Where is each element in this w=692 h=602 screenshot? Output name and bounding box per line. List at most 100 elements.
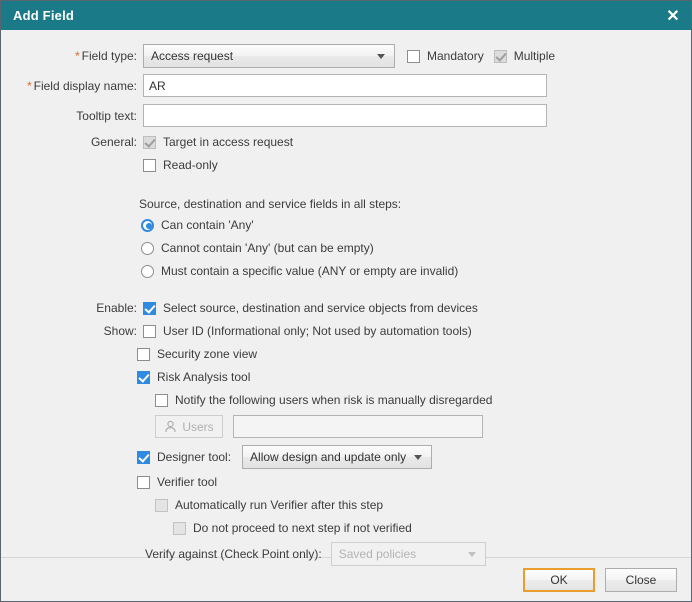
block-if-not-verified-checkbox-box [173, 522, 186, 535]
field-type-label-group: * Field type: [1, 49, 137, 63]
user-icon [164, 420, 177, 433]
dialog-title: Add Field [13, 8, 74, 23]
designer-tool-checkbox[interactable]: Designer tool: [137, 450, 231, 464]
designer-tool-mode-select[interactable]: Allow design and update only [242, 445, 432, 469]
designer-tool-row: Designer tool: Allow design and update o… [137, 445, 432, 469]
security-zone-view-checkbox-box [137, 348, 150, 361]
any-policy-heading: Source, destination and service fields i… [139, 197, 401, 211]
users-picker-row: Users [155, 415, 483, 438]
verify-against-label: Verify against (Check Point only): [145, 547, 322, 561]
show-label: Show: [104, 324, 137, 338]
chevron-down-icon [377, 54, 385, 59]
radio-cannot-contain-any-circle [141, 242, 154, 255]
users-button-label: Users [182, 420, 213, 434]
chevron-down-icon [468, 552, 476, 557]
auto-run-verifier-label: Automatically run Verifier after this st… [175, 498, 383, 512]
mandatory-label: Mandatory [427, 49, 484, 63]
tooltip-text-input[interactable] [143, 104, 547, 127]
field-display-name-input[interactable] [143, 74, 547, 97]
multiple-checkbox: Multiple [494, 49, 555, 63]
verifier-tool-checkbox-box [137, 476, 150, 489]
security-zone-view-row: Security zone view [137, 347, 257, 361]
mandatory-checkbox[interactable]: Mandatory [407, 49, 484, 63]
notify-users-checkbox[interactable]: Notify the following users when risk is … [155, 393, 492, 407]
select-objects-from-devices-checkbox[interactable]: Select source, destination and service o… [143, 301, 478, 315]
radio-can-contain-any-label: Can contain 'Any' [161, 218, 254, 232]
risk-analysis-tool-checkbox[interactable]: Risk Analysis tool [137, 370, 250, 384]
tooltip-text-row: Tooltip text: [1, 104, 681, 127]
general-row: General: Target in access request [1, 135, 681, 149]
read-only-row: Read-only [143, 158, 218, 172]
field-type-select[interactable]: Access request [143, 44, 395, 68]
designer-tool-label: Designer tool: [157, 450, 231, 464]
general-label-group: General: [1, 135, 137, 149]
target-in-access-request-label: Target in access request [163, 135, 293, 149]
radio-must-contain-specific[interactable]: Must contain a specific value (ANY or em… [141, 264, 458, 278]
block-if-not-verified-row: Do not proceed to next step if not verif… [173, 521, 412, 535]
field-display-name-label-group: * Field display name: [1, 79, 137, 93]
read-only-checkbox[interactable]: Read-only [143, 158, 218, 172]
any-policy-option-1[interactable]: Cannot contain 'Any' (but can be empty) [141, 241, 374, 255]
radio-cannot-contain-any[interactable]: Cannot contain 'Any' (but can be empty) [141, 241, 374, 255]
select-objects-from-devices-label: Select source, destination and service o… [163, 301, 478, 315]
field-display-name-label: Field display name: [34, 79, 137, 93]
block-if-not-verified-label: Do not proceed to next step if not verif… [193, 521, 412, 535]
radio-can-contain-any[interactable]: Can contain 'Any' [141, 218, 254, 232]
verify-against-select: Saved policies [331, 542, 486, 566]
any-policy-option-2[interactable]: Must contain a specific value (ANY or em… [141, 264, 458, 278]
verifier-tool-row: Verifier tool [137, 475, 217, 489]
notify-users-checkbox-box [155, 394, 168, 407]
dialog-body: * Field type: Access request Mandatory M… [1, 30, 691, 557]
radio-can-contain-any-circle [141, 219, 154, 232]
security-zone-view-label: Security zone view [157, 347, 257, 361]
risk-analysis-tool-row: Risk Analysis tool [137, 370, 250, 384]
tooltip-text-label-group: Tooltip text: [1, 109, 137, 123]
field-type-selected-value: Access request [151, 49, 233, 63]
close-button[interactable]: Close [605, 568, 677, 592]
verifier-tool-label: Verifier tool [157, 475, 217, 489]
target-in-access-request-checkbox-box [143, 136, 156, 149]
dialog-titlebar: Add Field ✕ [1, 1, 691, 30]
user-id-checkbox-box [143, 325, 156, 338]
users-value-input [233, 415, 483, 438]
notify-users-row: Notify the following users when risk is … [155, 393, 492, 407]
radio-must-contain-specific-label: Must contain a specific value (ANY or em… [161, 264, 458, 278]
any-policy-option-0[interactable]: Can contain 'Any' [141, 218, 254, 232]
designer-tool-mode-value: Allow design and update only [250, 450, 406, 464]
field-display-name-required-marker: * [27, 79, 32, 93]
show-row: Show: User ID (Informational only; Not u… [1, 324, 681, 338]
auto-run-verifier-checkbox: Automatically run Verifier after this st… [155, 498, 383, 512]
any-policy-heading-row: Source, destination and service fields i… [139, 197, 401, 211]
field-display-name-row: * Field display name: [1, 74, 681, 97]
designer-tool-checkbox-box [137, 451, 150, 464]
target-in-access-request-checkbox: Target in access request [143, 135, 293, 149]
read-only-checkbox-box [143, 159, 156, 172]
show-label-group: Show: [1, 324, 137, 338]
add-field-dialog: Add Field ✕ * Field type: Access request… [0, 0, 692, 602]
user-id-label: User ID (Informational only; Not used by… [163, 324, 472, 338]
enable-label: Enable: [96, 301, 137, 315]
enable-label-group: Enable: [1, 301, 137, 315]
auto-run-verifier-checkbox-box [155, 499, 168, 512]
field-type-row: * Field type: Access request Mandatory M… [1, 44, 681, 68]
field-type-required-marker: * [75, 49, 80, 63]
users-button: Users [155, 415, 223, 438]
chevron-down-icon [414, 455, 422, 460]
radio-must-contain-specific-circle [141, 265, 154, 278]
verify-against-value: Saved policies [339, 547, 416, 561]
read-only-label: Read-only [163, 158, 218, 172]
mandatory-checkbox-box [407, 50, 420, 63]
verifier-tool-checkbox[interactable]: Verifier tool [137, 475, 217, 489]
risk-analysis-tool-checkbox-box [137, 371, 150, 384]
select-objects-from-devices-checkbox-box [143, 302, 156, 315]
user-id-checkbox[interactable]: User ID (Informational only; Not used by… [143, 324, 472, 338]
verify-against-row: Verify against (Check Point only): Saved… [145, 542, 486, 566]
auto-run-verifier-row: Automatically run Verifier after this st… [155, 498, 383, 512]
tooltip-text-label: Tooltip text: [76, 109, 137, 123]
ok-button[interactable]: OK [523, 568, 595, 592]
close-icon[interactable]: ✕ [655, 1, 691, 30]
security-zone-view-checkbox[interactable]: Security zone view [137, 347, 257, 361]
notify-users-label: Notify the following users when risk is … [175, 393, 492, 407]
enable-row: Enable: Select source, destination and s… [1, 301, 681, 315]
multiple-label: Multiple [514, 49, 555, 63]
